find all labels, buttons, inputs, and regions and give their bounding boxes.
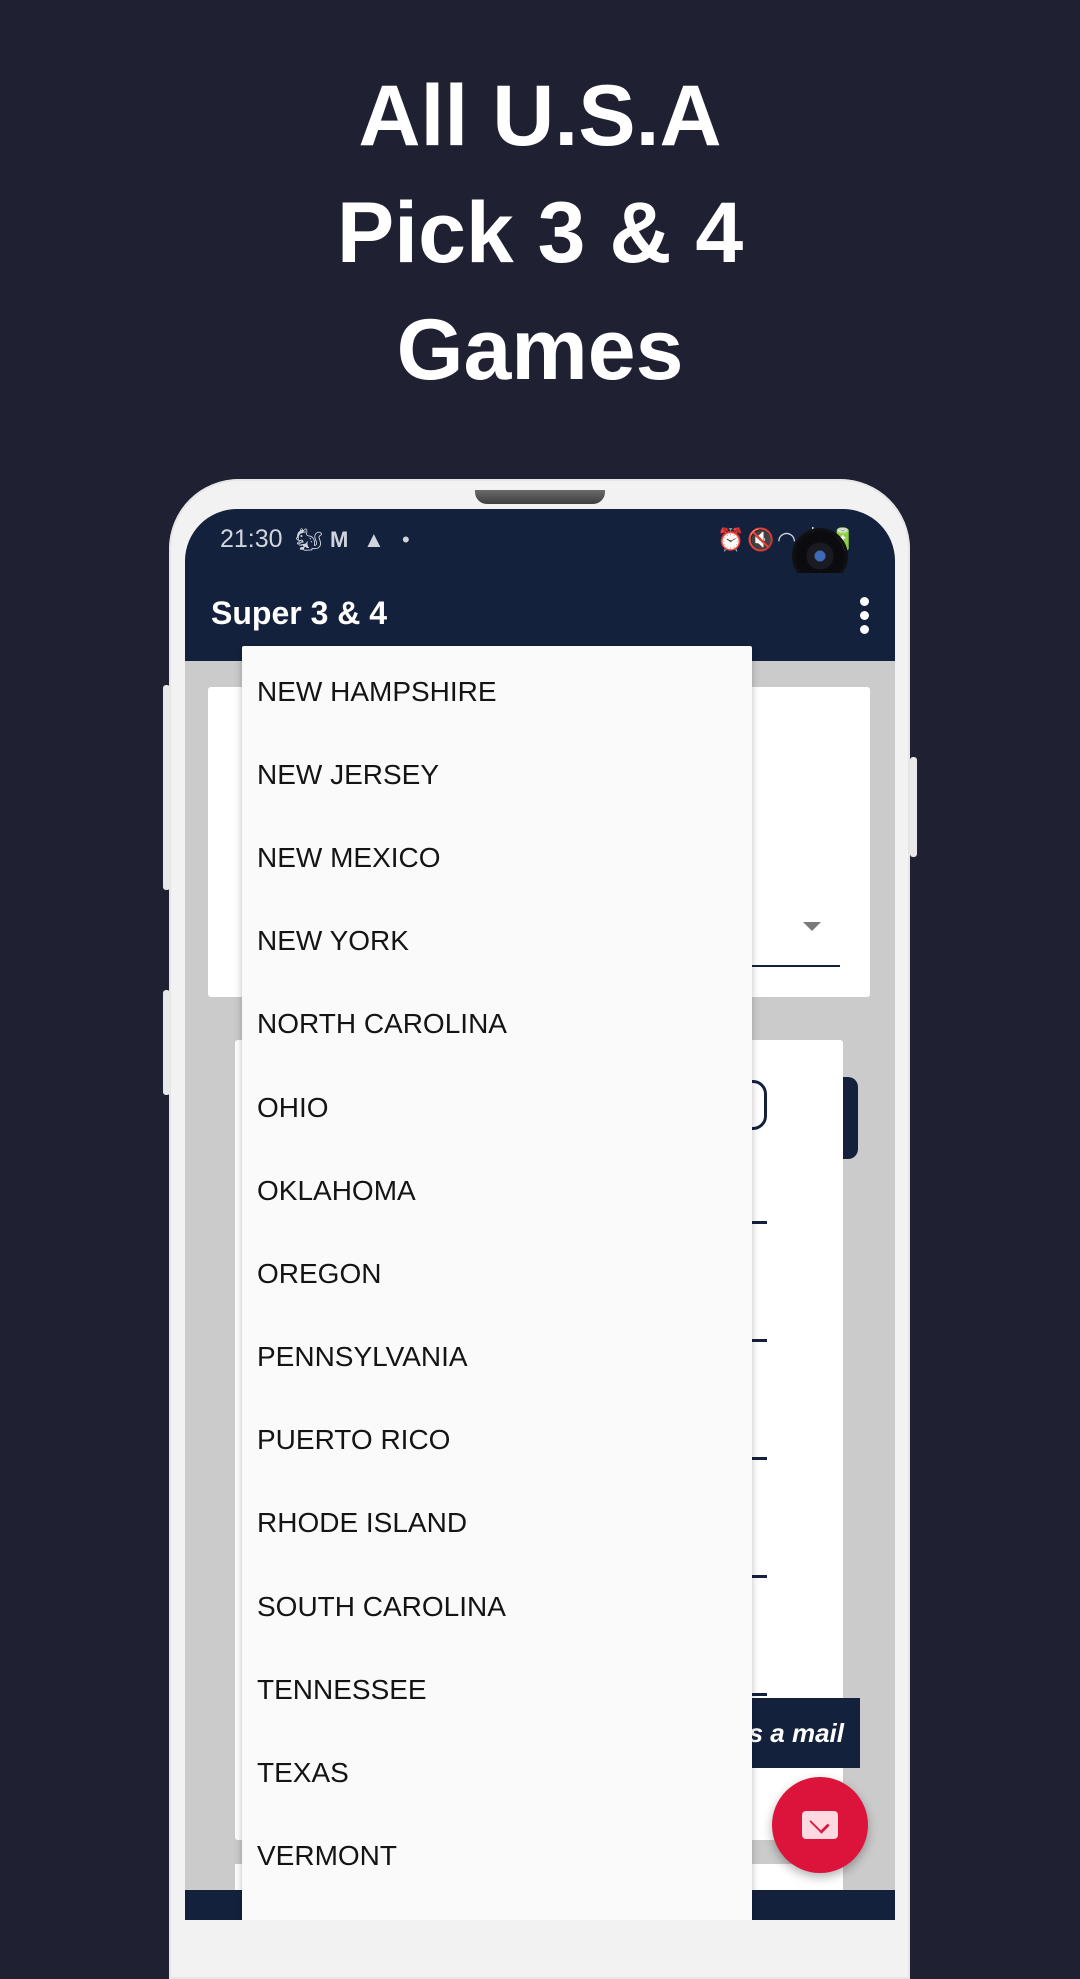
- dropdown-item[interactable]: VERMONT: [242, 1811, 752, 1894]
- headline-line-2: Pick 3 & 4: [336, 185, 744, 281]
- dropdown-item[interactable]: SOUTH CAROLINA: [242, 1561, 752, 1644]
- phone-speaker: [475, 490, 605, 504]
- state-dropdown-menu: NEW HAMPSHIRE NEW JERSEY NEW MEXICO NEW …: [242, 646, 752, 1920]
- phone-side-button: [163, 685, 170, 890]
- dot-icon: •: [402, 527, 410, 552]
- upload-icon: ▲: [363, 527, 385, 552]
- vibrate-mute-icon: 🔇: [747, 527, 775, 552]
- dropdown-item[interactable]: OHIO: [242, 1062, 752, 1145]
- promo-headline: All U.S.A Pick 3 & 4 Games: [0, 58, 1080, 409]
- dropdown-item[interactable]: NORTH CAROLINA: [242, 979, 752, 1062]
- dropdown-item[interactable]: OREGON: [242, 1228, 752, 1311]
- alarm-icon: ⏰: [717, 527, 745, 552]
- squirrel-app-icon: 🐿: [295, 527, 323, 552]
- dropdown-item[interactable]: RHODE ISLAND: [242, 1478, 752, 1561]
- dropdown-item[interactable]: NEW JERSEY: [242, 729, 752, 812]
- app-title: Super 3 & 4: [211, 595, 388, 631]
- dropdown-item[interactable]: TENNESSEE: [242, 1644, 752, 1727]
- dropdown-item[interactable]: NEW MEXICO: [242, 812, 752, 895]
- dropdown-arrow-icon[interactable]: [803, 922, 821, 931]
- status-bar: 21:30 🐿 M ▲ • ⏰ 🔇 ◠ │ 🔋: [185, 509, 895, 581]
- phone-power-button: [910, 757, 917, 857]
- status-time: 21:30: [220, 525, 283, 553]
- headline-line-3: Games: [396, 302, 684, 398]
- dropdown-item[interactable]: NEW HAMPSHIRE: [242, 646, 752, 729]
- mail-icon: [802, 1811, 838, 1839]
- wifi-icon: ◠: [777, 527, 797, 552]
- gmail-icon: M: [330, 527, 349, 552]
- overflow-menu-icon[interactable]: [858, 597, 870, 637]
- dropdown-item[interactable]: TEXAS: [242, 1727, 752, 1810]
- mail-fab-button[interactable]: [772, 1777, 868, 1873]
- dropdown-item[interactable]: NEW YORK: [242, 896, 752, 979]
- dropdown-item[interactable]: PENNSYLVANIA: [242, 1312, 752, 1395]
- phone-side-button: [163, 990, 170, 1095]
- phone-screen: 21:30 🐿 M ▲ • ⏰ 🔇 ◠ │ 🔋 Super 3 & 4 ols …: [185, 509, 895, 1920]
- dropdown-item[interactable]: PUERTO RICO: [242, 1395, 752, 1478]
- headline-line-1: All U.S.A: [358, 68, 722, 164]
- dropdown-item[interactable]: OKLAHOMA: [242, 1145, 752, 1228]
